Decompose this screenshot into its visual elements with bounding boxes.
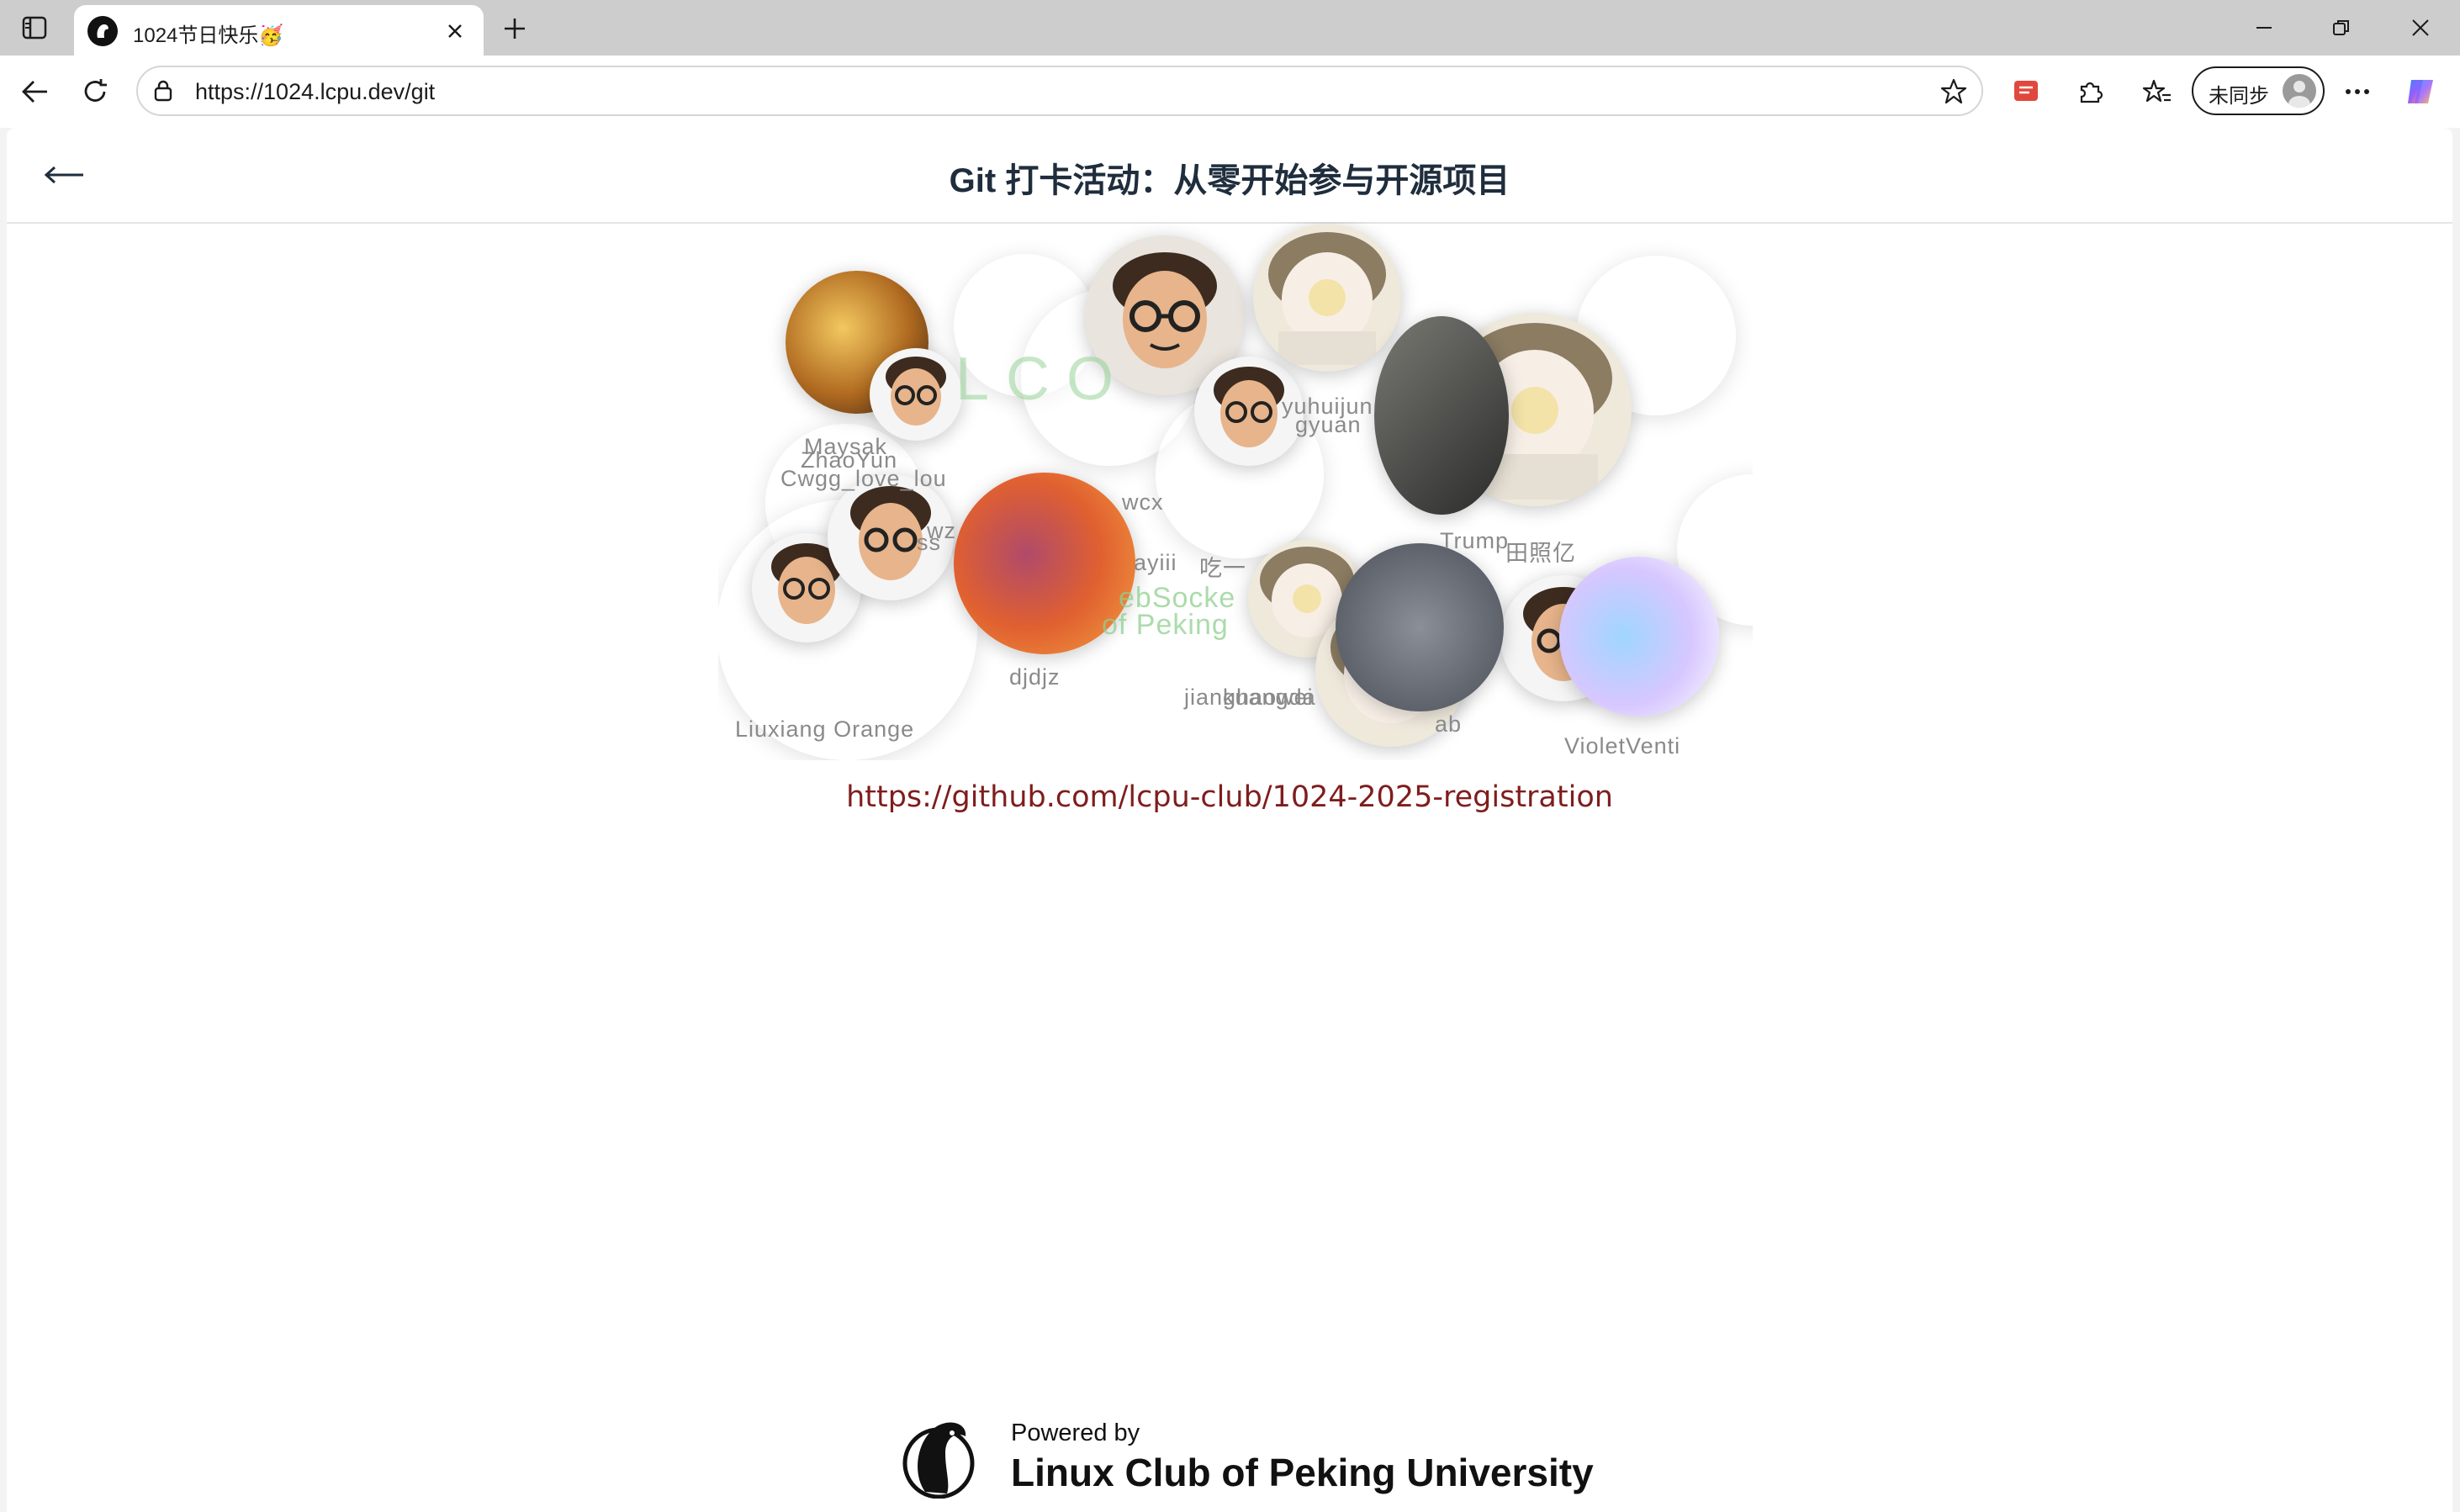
tab-strip: 1024节日快乐🥳 (0, 0, 2460, 57)
page-title: Git 打卡活动：从零开始参与开源项目 (949, 162, 1510, 199)
lco-watermark-label: LCO (955, 346, 1131, 413)
page-content: Git 打卡活动：从零开始参与开源项目 Maysak ZhaoYun Cwgg_… (7, 128, 2452, 1512)
contributor-avatar-cloud: Maysak ZhaoYun Cwgg_love_lou wz ss wcx a… (718, 222, 1753, 760)
puzzle-icon[interactable] (2071, 72, 2109, 111)
cat-avatar[interactable] (1336, 543, 1504, 711)
back-nav-icon[interactable] (15, 72, 54, 111)
username-label: kuangda (1223, 685, 1316, 710)
sync-label: 未同步 (2209, 85, 2269, 108)
username-label: ab (1435, 711, 1463, 737)
favorites-icon[interactable] (2138, 72, 2177, 111)
close-window-icon[interactable] (2394, 8, 2447, 47)
footer: Powered by Linux Club of Peking Universi… (897, 1414, 1594, 1499)
dark-portrait-avatar[interactable] (1374, 316, 1509, 515)
username-label: Cwgg_love_lou (780, 466, 947, 491)
username-label: of Peking (1102, 609, 1229, 641)
browser-toolbar: https://1024.lcpu.dev/git 未同步 (0, 56, 2460, 128)
username-label: 田照亿 (1505, 541, 1576, 566)
repo-link[interactable]: https://github.com/lcpu-club/1024-2025-r… (7, 780, 2452, 814)
username-label: wcx (1122, 489, 1164, 515)
tab-actions-icon[interactable] (19, 13, 50, 43)
more-icon[interactable] (2338, 72, 2377, 111)
restore-icon[interactable] (2315, 8, 2368, 47)
address-bar[interactable]: https://1024.lcpu.dev/git (136, 66, 1983, 116)
avatar (2283, 74, 2316, 108)
star-icon[interactable] (1938, 76, 1970, 108)
lock-icon[interactable] (151, 79, 175, 103)
bear-scarf-avatar[interactable] (1253, 224, 1401, 372)
minimize-icon[interactable] (2237, 8, 2291, 47)
username-label: Trump (1440, 528, 1510, 553)
penguin-logo-icon (897, 1414, 981, 1499)
footer-powered-by: Powered by (1011, 1419, 1140, 1446)
username-label: gyuan (1295, 412, 1362, 437)
penguin-favicon-icon (87, 16, 118, 46)
reader-extension-icon[interactable] (2007, 72, 2045, 111)
tab-title: 1024节日快乐🥳 (133, 24, 284, 47)
anime-avatar[interactable] (1559, 557, 1719, 716)
glasses-avatar[interactable] (870, 348, 962, 441)
username-label: ayiii (1134, 550, 1177, 575)
close-tab-icon[interactable] (441, 17, 469, 45)
page-header: Git 打卡活动：从零开始参与开源项目 (7, 128, 2452, 224)
username-label: VioletVenti (1564, 733, 1681, 759)
profile-sync-button[interactable]: 未同步 (2192, 66, 2325, 115)
username-label: Liuxiang Orange (735, 716, 915, 742)
new-tab-plus-icon[interactable] (498, 12, 532, 45)
footer-club-name: Linux Club of Peking University (1011, 1451, 1594, 1494)
username-label: 吃一 (1199, 556, 1246, 581)
username-label: djdjz (1009, 664, 1061, 690)
refresh-icon[interactable] (76, 72, 114, 111)
copilot-icon[interactable] (2402, 72, 2441, 111)
url-text[interactable]: https://1024.lcpu.dev/git (195, 79, 435, 105)
active-tab[interactable]: 1024节日快乐🥳 (74, 5, 484, 57)
username-label: ss (917, 530, 941, 555)
